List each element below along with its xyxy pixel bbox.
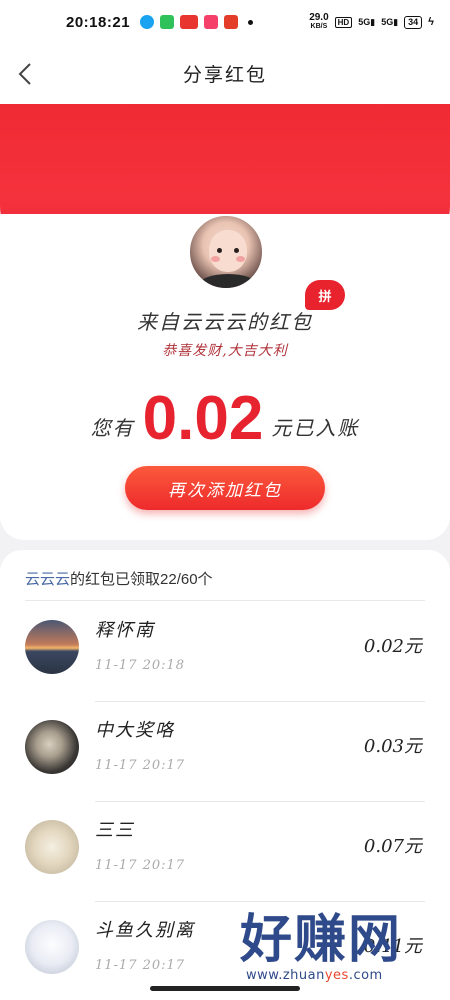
watermark-url: www.zhuanyes.com xyxy=(246,968,402,983)
list-item-name: 释怀南 xyxy=(95,620,155,641)
avatar xyxy=(25,920,79,974)
avatar-cheek xyxy=(236,256,245,262)
signal-label-2: 5G xyxy=(381,16,394,27)
list-item-name: 中大奖咯 xyxy=(95,720,175,741)
net-speed: 29.0 KB/S xyxy=(309,13,328,31)
list-item-amount: 0.07元 xyxy=(363,836,422,857)
group-badge: 拼 xyxy=(305,280,345,310)
avatar xyxy=(25,620,79,674)
toutiao-icon xyxy=(180,15,199,29)
home-indicator[interactable] xyxy=(150,986,300,991)
avatar-cheek xyxy=(211,256,220,262)
list-item[interactable]: 三三 11-17 20:17 0.07元 xyxy=(0,802,450,902)
claim-summary-text: 的红包已领取22/60个 xyxy=(70,571,213,588)
amount-prefix: 您有 xyxy=(90,415,135,440)
charging-icon: ϟ xyxy=(428,16,434,28)
add-red-packet-button[interactable]: 再次添加红包 xyxy=(125,466,325,510)
list-item[interactable]: 释怀南 11-17 20:18 0.02元 xyxy=(0,602,450,702)
blessing-text: 恭喜发财,大吉大利 xyxy=(162,343,288,359)
list-item-name: 三三 xyxy=(95,820,135,841)
watermark-text: 好赚网 xyxy=(240,910,403,970)
list-item-amount: 0.03元 xyxy=(363,736,422,757)
wechat-icon xyxy=(160,15,175,29)
owner-name[interactable]: 云云云 xyxy=(25,571,70,588)
avatar xyxy=(25,720,79,774)
status-indicators: 29.0 KB/S HD 5G▮ 5G▮ 34 ϟ xyxy=(309,13,434,31)
list-item[interactable]: 中大奖咯 11-17 20:17 0.03元 xyxy=(0,702,450,802)
amount-value: 0.02 xyxy=(142,384,264,453)
watermark-url-highlight: yes xyxy=(324,968,349,983)
signal-icon-2: 5G▮ xyxy=(381,16,399,27)
page-title: 分享红包 xyxy=(182,64,267,86)
list-item-time: 11-17 20:17 xyxy=(95,858,186,873)
list-item-time: 11-17 20:17 xyxy=(95,758,186,773)
claim-summary: 云云云的红包已领取22/60个 xyxy=(25,568,213,589)
divider xyxy=(25,600,425,601)
list-item-name: 斗鱼久别离 xyxy=(95,920,195,941)
avatar-eye xyxy=(234,248,239,253)
list-item-amount: 0.02元 xyxy=(363,636,422,657)
avatar-face xyxy=(209,230,247,272)
net-speed-value: 29.0 xyxy=(309,12,329,23)
signal-icon: 5G▮ xyxy=(358,16,376,27)
status-bar: 20:18:21 29.0 KB/S HD 5G▮ 5G▮ 34 ϟ xyxy=(0,0,450,44)
signal-label-1: 5G xyxy=(358,16,371,27)
avatar xyxy=(25,820,79,874)
avatar-eye xyxy=(217,248,222,253)
list-item-time: 11-17 20:18 xyxy=(95,658,186,673)
watermark-url-post: .com xyxy=(348,968,383,983)
amount-row: 您有 0.02 元已入账 xyxy=(0,384,450,454)
hd-icon: HD xyxy=(334,16,353,28)
watermark-url-pre: www.zhuan xyxy=(246,968,325,983)
list-item-time: 11-17 20:17 xyxy=(95,958,186,973)
net-speed-unit: KB/S xyxy=(310,23,328,30)
avatar-collar xyxy=(200,274,256,288)
qq-icon xyxy=(140,15,155,29)
status-time: 20:18:21 xyxy=(66,13,131,31)
shop-icon xyxy=(224,15,239,29)
title-bar: 分享红包 xyxy=(0,44,450,104)
sender-avatar xyxy=(188,214,264,290)
battery-icon: 34 xyxy=(404,15,423,29)
amount-suffix: 元已入账 xyxy=(271,415,360,440)
watermark: 好赚网 www.zhuanyes.com xyxy=(240,912,402,983)
status-app-icons xyxy=(140,15,254,29)
notification-dot-icon xyxy=(248,19,254,25)
sender-line: 来自云云云的红包 xyxy=(137,310,313,334)
app-icon xyxy=(204,15,219,29)
